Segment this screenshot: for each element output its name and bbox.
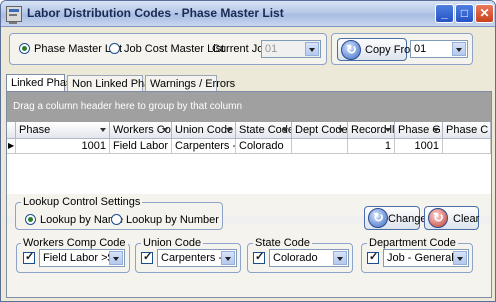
workers-comp-select[interactable]: Field Labor >$XX/h [39,249,125,267]
column-header-phase-c[interactable]: Phase C [443,122,491,139]
table-cell[interactable]: 1 [348,139,395,154]
chevron-down-icon[interactable] [432,125,441,134]
refresh-icon [341,40,361,60]
table-cell[interactable]: 1001 [395,139,443,154]
workers-comp-title: Workers Comp Code [21,237,128,249]
state-checkbox[interactable] [253,250,265,264]
chevron-down-icon [333,251,347,265]
table-cell[interactable]: 1001 [16,139,110,154]
job-cost-master-list-radio[interactable] [109,43,120,54]
department-select[interactable]: Job - General Labor [383,249,469,267]
lookup-by-number-label: Lookup by Number [126,214,219,226]
chevron-down-icon[interactable] [225,125,234,134]
minimize-button[interactable]: _ [435,4,454,23]
state-value: Colorado [273,252,318,264]
phase-master-list-radio[interactable] [19,43,30,54]
chevron-down-icon [452,42,466,56]
chevron-down-icon[interactable] [337,125,346,134]
union-select[interactable]: Carpenters - Journ [157,249,237,267]
chevron-down-icon[interactable] [384,125,393,134]
department-value: Job - General Labor [387,252,455,264]
column-header-record-id[interactable]: Record ll [348,122,395,139]
row-selector-header [7,122,16,139]
table-cell[interactable]: Carpenters - Jou [172,139,236,154]
close-button[interactable]: ✕ [475,4,494,23]
chevron-down-icon[interactable] [99,125,108,134]
maximize-button[interactable]: □ [455,4,474,23]
chevron-down-icon[interactable] [161,125,170,134]
chevron-down-icon[interactable] [281,125,290,134]
workers-comp-checkbox[interactable] [23,250,35,264]
tab-panel: Drag a column header here to group by th… [6,91,492,298]
column-header-phase-group[interactable]: Phase G [395,122,443,139]
chevron-down-icon [109,251,123,265]
column-header-dept-code[interactable]: Dept Code [292,122,348,139]
row-selector[interactable]: ▶ [7,139,16,154]
column-header-state-code[interactable]: State Code [236,122,292,139]
chevron-down-icon [453,251,467,265]
workers-comp-value: Field Labor >$XX/h [43,252,111,264]
column-header-phase[interactable]: Phase [16,122,110,139]
current-job-value: 01 [265,43,278,55]
group-by-hint: Drag a column header here to group by th… [13,101,243,112]
chevron-down-icon [305,42,319,56]
table-cell[interactable] [292,139,348,154]
copy-from-group: Copy From 01 [331,33,473,65]
copy-from-select[interactable]: 01 [410,40,468,58]
union-checkbox[interactable] [141,250,153,264]
tab-non-linked-phases[interactable]: Non Linked Phases [67,75,167,92]
app-icon [6,6,22,24]
column-header-workers-comp[interactable]: Workers Com [110,122,172,139]
lookup-by-name-radio[interactable] [25,214,36,225]
chevron-down-icon [221,251,235,265]
lookup-settings-title: Lookup Control Settings [21,196,143,208]
table-cell[interactable]: Field Labor >$XX [110,139,172,154]
union-value: Carpenters - Journ [161,252,223,264]
phase-grid[interactable]: Phase Workers Com Union Code State Code … [7,122,491,224]
union-title: Union Code [141,237,204,249]
column-header-union-code[interactable]: Union Code [172,122,236,139]
copy-from-value: 01 [414,43,427,55]
department-title: Department Code [367,237,458,249]
group-by-area[interactable]: Drag a column header here to group by th… [7,92,491,122]
main-window: Labor Distribution Codes - Phase Master … [0,0,496,302]
job-cost-master-list-label: Job Cost Master List [124,43,225,55]
lookup-by-number-radio[interactable] [111,214,122,225]
current-job-select[interactable]: 01 [261,40,321,58]
clear-label: Clear [453,213,480,225]
tab-warnings-errors[interactable]: Warnings / Errors [145,75,235,92]
table-cell[interactable] [443,139,491,154]
state-title: State Code [253,237,313,249]
clear-button[interactable]: Clear [424,206,479,230]
window-title: Labor Distribution Codes - Phase Master … [27,6,284,20]
tab-linked-phases[interactable]: Linked Phases [6,74,83,92]
copy-from-button[interactable]: Copy From [337,38,419,61]
mode-group: Phase Master List Job Cost Master List C… [9,33,327,65]
change-label: Change [388,213,427,225]
title-bar[interactable]: Labor Distribution Codes - Phase Master … [1,1,495,27]
state-select[interactable]: Colorado [269,249,349,267]
change-button[interactable]: Change [364,206,427,230]
eraser-icon [428,208,448,228]
department-checkbox[interactable] [367,250,379,264]
refresh-icon [368,208,388,228]
table-cell[interactable]: Colorado [236,139,292,154]
